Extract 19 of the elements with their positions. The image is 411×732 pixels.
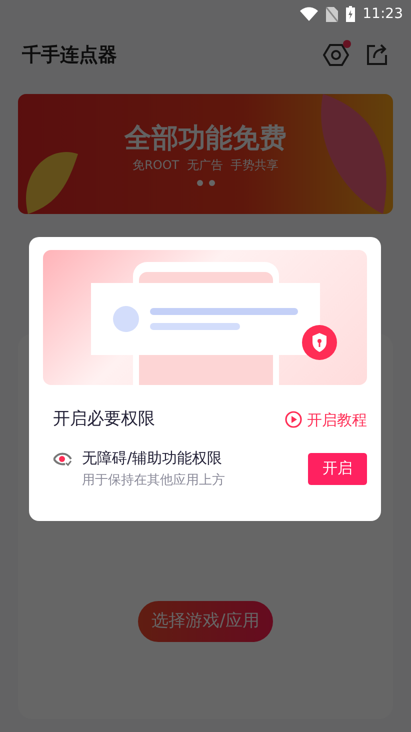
share-icon[interactable] (365, 43, 389, 67)
permission-description: 用于保持在其他应用上方 (82, 472, 226, 490)
eye-icon (53, 452, 72, 466)
status-time: 11:23 (362, 4, 403, 24)
select-app-button[interactable]: 选择游戏/应用 (138, 601, 274, 642)
play-icon (285, 411, 302, 428)
no-sim-icon (326, 6, 338, 22)
dialog-title: 开启必要权限 (53, 408, 156, 431)
promo-banner[interactable]: 全部功能免费 免ROOT 无广告 手势共享 (18, 94, 393, 214)
shield-icon (302, 325, 337, 360)
banner-subtitle: 免ROOT 无广告 手势共享 (132, 156, 278, 174)
enable-button[interactable]: 开启 (308, 452, 367, 484)
tutorial-link[interactable]: 开启教程 (285, 408, 367, 431)
banner-title: 全部功能免费 (124, 122, 286, 156)
app-title: 千手连点器 (22, 42, 118, 68)
wifi-icon (300, 7, 318, 21)
battery-icon (346, 6, 355, 22)
permission-name: 无障碍/辅助功能权限 (82, 448, 224, 468)
settings-icon[interactable] (323, 42, 349, 68)
